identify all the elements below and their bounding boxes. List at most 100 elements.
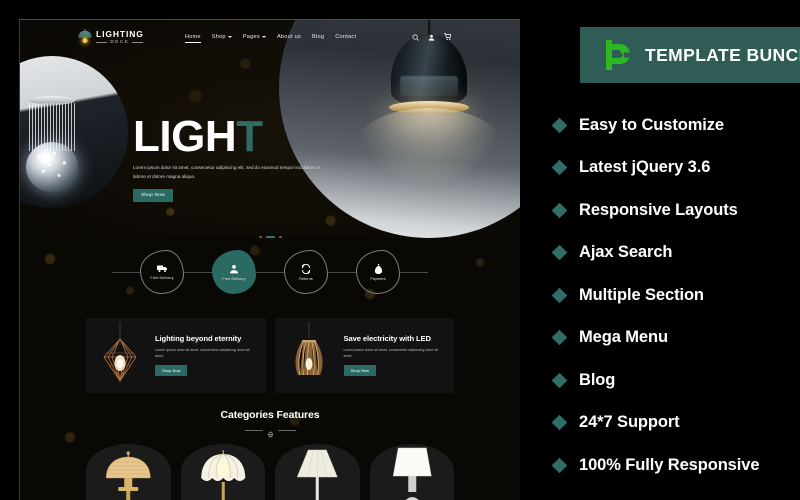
slider-dot-1[interactable] (259, 236, 262, 238)
category-card[interactable] (180, 444, 265, 500)
section-heading: Categories Features (220, 409, 320, 421)
feature-label: 100% Fully Responsive (579, 455, 760, 474)
search-icon[interactable] (412, 34, 419, 41)
promo-shop-now-button[interactable]: Shop Now (343, 365, 376, 377)
divider-line (244, 429, 263, 431)
feature-label: Multiple Section (579, 285, 704, 304)
nav-item-contact[interactable]: Contact (335, 34, 356, 40)
logo-name: LIGHTING (96, 28, 144, 39)
hero-content: LIGHT Lorem ipsum dolor sit amet, consec… (133, 115, 353, 203)
lamp-cord (308, 321, 309, 338)
truck-icon (156, 264, 168, 273)
lamp-cord (119, 321, 121, 338)
banner-title: TEMPLATE BUNCH (645, 44, 800, 65)
lamp-divider-icon (267, 426, 274, 438)
feature-label: Blog (579, 370, 616, 389)
service-badges-section: Free Delivery Free Delivery Returns Paym… (20, 238, 520, 308)
hero-shop-now-button[interactable]: Shop Now (133, 189, 173, 203)
pendant-reflection (400, 76, 458, 96)
service-badges-row: Free Delivery Free Delivery Returns Paym… (20, 250, 520, 294)
header-actions (412, 33, 452, 41)
promo-cards-section: Lighting beyond eternity Lorem ipsum dol… (20, 308, 520, 393)
promo-card-lighting-beyond-eternity[interactable]: Lighting beyond eternity Lorem ipsum dol… (86, 318, 266, 393)
hero-title: LIGHT (133, 115, 353, 159)
badge-separator (328, 271, 356, 273)
screenshot-root: LIGHTING DECK Home Shop Pages About us B… (0, 0, 800, 500)
feature-item: 24*7 Support (540, 402, 800, 445)
support-icon (229, 264, 239, 274)
geometric-cage-lamp-image (92, 321, 148, 390)
template-bunch-logo (602, 38, 636, 72)
hero-paragraph: Lorem ipsum dolor sit amet, consectetur … (133, 165, 320, 179)
category-card[interactable] (86, 444, 171, 500)
diamond-bullet-icon (551, 457, 568, 474)
slider-dot-3[interactable] (279, 236, 282, 238)
nav-item-home[interactable]: Home (184, 34, 201, 43)
user-icon[interactable] (428, 34, 435, 41)
feature-item: Blog (540, 359, 800, 402)
badge-separator (112, 271, 140, 273)
feature-label: Ajax Search (579, 243, 673, 262)
badge-separator (400, 271, 428, 273)
diamond-bullet-icon (551, 202, 568, 219)
category-cards-grid (20, 434, 520, 500)
badge-label: Returns (299, 276, 313, 281)
slider-dot-2[interactable] (266, 236, 275, 238)
service-badge-free-delivery[interactable]: Free Delivery (140, 250, 184, 294)
cage-shade (100, 337, 140, 383)
nav-label: Contact (335, 34, 357, 40)
feature-label: Mega Menu (579, 328, 668, 347)
promo-title: Lighting beyond eternity (155, 333, 242, 343)
diamond-bullet-icon (551, 117, 568, 134)
pendant-glow (354, 108, 504, 188)
nav-label: Pages (242, 34, 260, 40)
service-badge-free-delivery-active[interactable]: Free Delivery (212, 250, 256, 294)
badge-label: Free Delivery (222, 276, 246, 281)
nav-item-shop[interactable]: Shop (212, 34, 232, 40)
service-badge-returns[interactable]: Returns (284, 250, 328, 294)
badge-label: Payment (370, 276, 386, 281)
chevron-down-icon (261, 36, 266, 38)
feature-label: 24*7 Support (579, 413, 680, 432)
badge-separator (256, 271, 284, 273)
badge-separator (184, 271, 212, 273)
heading-divider (20, 426, 520, 438)
nav-item-pages[interactable]: Pages (243, 34, 266, 40)
slat-shade (289, 337, 329, 383)
site-logo[interactable]: LIGHTING DECK (77, 29, 144, 45)
service-badge-payment[interactable]: Payment (356, 250, 400, 294)
feature-label: Latest jQuery 3.6 (579, 158, 711, 177)
nav-item-about-us[interactable]: About us (277, 34, 301, 40)
hero-section: LIGHTING DECK Home Shop Pages About us B… (20, 20, 520, 238)
promo-shop-now-button[interactable]: Shop Now (155, 365, 188, 377)
money-bag-icon (374, 263, 383, 274)
category-card[interactable] (275, 444, 360, 500)
feature-item: Responsive Layouts (540, 189, 800, 232)
chevron-down-icon (227, 36, 232, 38)
diamond-bullet-icon (551, 244, 568, 261)
logo-subtitle: DECK (96, 39, 144, 45)
feature-item: Ajax Search (540, 232, 800, 275)
categories-section: Categories Features (20, 393, 520, 500)
category-card[interactable] (369, 444, 454, 500)
promo-text: Save electricity with LED Lorem ipsum do… (343, 333, 446, 377)
feature-item: Multiple Section (540, 274, 800, 317)
refresh-icon (301, 263, 311, 274)
nav-item-blog[interactable]: Blog (312, 34, 324, 40)
promo-description: Lorem ipsum dolor sit amet, consectetur … (343, 348, 438, 359)
diamond-bullet-icon (551, 414, 568, 431)
feature-label: Responsive Layouts (579, 200, 738, 219)
promo-title: Save electricity with LED (343, 333, 432, 343)
badge-label: Free Delivery (150, 276, 174, 280)
nav-label: Blog (312, 34, 325, 40)
feature-list-panel: TEMPLATE BUNCH Easy to Customize Latest … (540, 0, 800, 500)
preview-scroll-area: LIGHTING DECK Home Shop Pages About us B… (20, 20, 520, 500)
nav-label: Home (184, 34, 201, 40)
website-preview: LIGHTING DECK Home Shop Pages About us B… (19, 19, 520, 500)
slider-dots (20, 236, 520, 238)
divider-line (277, 429, 296, 431)
cart-icon[interactable] (443, 33, 452, 41)
wooden-slat-lamp-image (281, 321, 337, 390)
promo-card-save-electricity-with-led[interactable]: Save electricity with LED Lorem ipsum do… (274, 318, 454, 393)
nav-label: About us (276, 34, 302, 40)
